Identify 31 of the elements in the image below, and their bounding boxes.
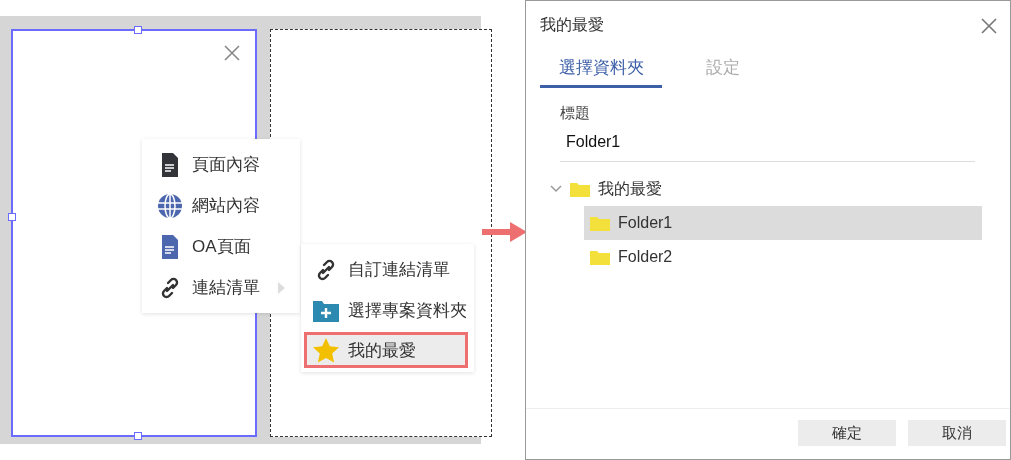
menu-item[interactable]: OA頁面	[148, 227, 294, 266]
field-label: 標題	[560, 104, 591, 123]
globe-icon	[157, 192, 183, 219]
dialog-title: 我的最愛	[540, 15, 604, 35]
confirm-button[interactable]: 確定	[798, 420, 896, 446]
folder-icon	[590, 215, 610, 231]
document-icon	[161, 234, 179, 259]
menu-item[interactable]: 頁面內容	[148, 145, 294, 184]
menu-item[interactable]: 我的最愛	[304, 332, 468, 368]
arrow-icon	[482, 221, 528, 243]
star-icon	[313, 337, 339, 363]
tree-item[interactable]: 我的最愛	[544, 172, 982, 206]
close-icon[interactable]	[980, 16, 998, 35]
menu-item[interactable]: 自訂連結清單	[304, 250, 468, 289]
resize-handle[interactable]	[134, 26, 142, 34]
folder-icon	[570, 181, 590, 197]
resize-handle[interactable]	[134, 432, 142, 440]
tree-item[interactable]: Folder1	[584, 206, 982, 240]
tab[interactable]: 選擇資料夾	[540, 56, 662, 88]
close-icon[interactable]	[223, 44, 241, 62]
submenu-arrow-icon	[278, 281, 285, 294]
folder-icon	[590, 249, 610, 265]
document-icon	[161, 152, 179, 177]
menu-item[interactable]: 連結清單	[148, 268, 294, 307]
menu-item[interactable]: 選擇專案資料夾	[304, 291, 468, 330]
menu-item[interactable]: 網站內容	[148, 186, 294, 225]
resize-handle[interactable]	[8, 213, 16, 221]
chevron-icon[interactable]	[550, 185, 562, 193]
tree-item[interactable]: Folder2	[584, 240, 982, 274]
folder-plus-icon	[313, 299, 339, 322]
cancel-button[interactable]: 取消	[908, 420, 1006, 446]
